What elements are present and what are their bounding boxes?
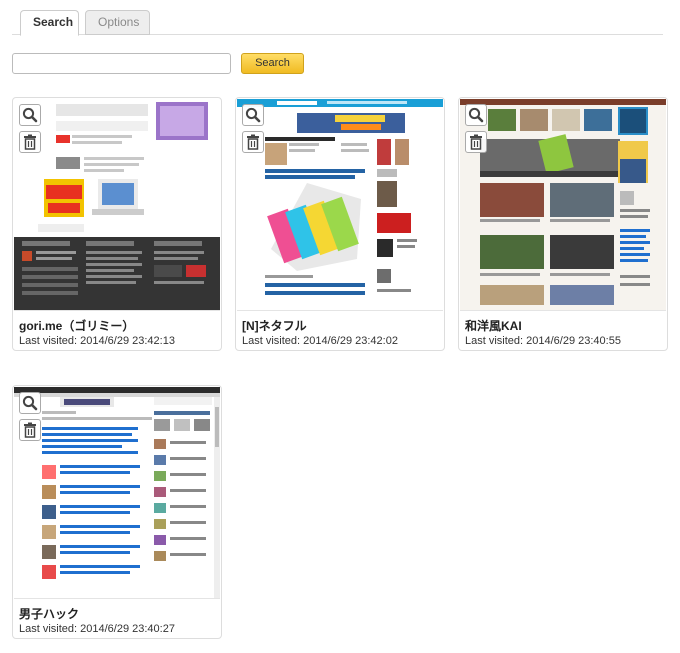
page-preview[interactable] xyxy=(14,387,220,599)
last-visited: Last visited: 2014/6/29 23:40:55 xyxy=(465,335,621,347)
last-visited: Last visited: 2014/6/29 23:40:27 xyxy=(19,623,175,635)
zoom-icon[interactable] xyxy=(242,104,264,126)
page-preview[interactable] xyxy=(14,99,220,311)
last-visited: Last visited: 2014/6/29 23:42:02 xyxy=(242,335,398,347)
tab-bar: Search Options xyxy=(12,8,663,36)
page-preview[interactable] xyxy=(460,99,666,311)
last-visited: Last visited: 2014/6/29 23:42:13 xyxy=(19,335,175,347)
zoom-icon[interactable] xyxy=(19,104,41,126)
card-title: gori.me（ゴリミー） xyxy=(19,319,135,333)
bookmark-card[interactable]: gori.me（ゴリミー） Last visited: 2014/6/29 23… xyxy=(12,97,222,351)
search-input[interactable] xyxy=(12,53,231,74)
card-title: 和洋風KAI xyxy=(465,319,522,333)
bookmark-card[interactable]: 男子ハック Last visited: 2014/6/29 23:40:27 xyxy=(12,385,222,639)
page-preview[interactable] xyxy=(237,99,443,311)
bookmark-card[interactable]: [N]ネタフル Last visited: 2014/6/29 23:42:02 xyxy=(235,97,445,351)
tab-options[interactable]: Options xyxy=(85,10,150,35)
trash-icon[interactable] xyxy=(465,131,487,153)
bookmark-card[interactable]: 和洋風KAI Last visited: 2014/6/29 23:40:55 xyxy=(458,97,668,351)
card-title: [N]ネタフル xyxy=(242,319,307,333)
trash-icon[interactable] xyxy=(19,131,41,153)
zoom-icon[interactable] xyxy=(19,392,41,414)
zoom-icon[interactable] xyxy=(465,104,487,126)
tab-search[interactable]: Search xyxy=(20,10,79,36)
trash-icon[interactable] xyxy=(242,131,264,153)
search-button[interactable]: Search xyxy=(241,53,304,74)
trash-icon[interactable] xyxy=(19,419,41,441)
card-title: 男子ハック xyxy=(19,607,80,621)
